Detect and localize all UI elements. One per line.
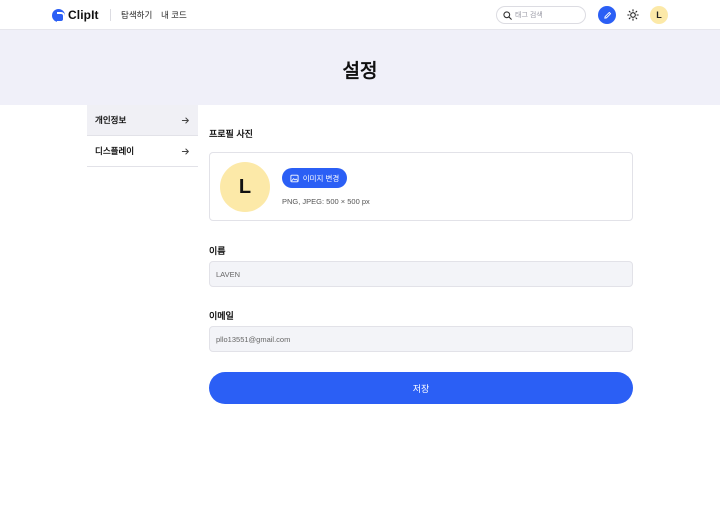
theme-toggle-button[interactable] (626, 8, 640, 22)
nav-my-code-link[interactable]: 내 코드 (161, 9, 187, 21)
tag-search-input[interactable] (515, 9, 581, 22)
logo-text: ClipIt (68, 8, 99, 22)
user-avatar[interactable]: L (650, 6, 668, 24)
search-icon (503, 11, 512, 20)
sidebar-item-label: 디스플레이 (95, 146, 135, 156)
change-image-button[interactable]: 이미지 변경 (282, 168, 347, 188)
sidebar-item-label: 개인정보 (95, 115, 127, 125)
image-size-hint: PNG, JPEG: 500 × 500 px (282, 197, 370, 206)
email-label: 이메일 (209, 311, 234, 321)
settings-sidebar: 개인정보 디스플레이 (87, 105, 198, 167)
write-button[interactable] (598, 6, 616, 24)
sidebar-item-display[interactable]: 디스플레이 (87, 136, 198, 167)
image-icon (290, 174, 299, 182)
logo[interactable]: ClipIt (52, 8, 99, 23)
profile-photo-card: L 이미지 변경 PNG, JPEG: 500 × 500 px (209, 152, 633, 221)
arrow-right-icon (181, 148, 189, 155)
page-title: 설정 (342, 61, 378, 82)
sidebar-item-personal-info[interactable]: 개인정보 (87, 105, 198, 136)
profile-avatar: L (220, 162, 270, 212)
sun-icon (627, 9, 639, 21)
save-button[interactable]: 저장 (209, 372, 633, 404)
logo-icon (52, 8, 65, 23)
arrow-right-icon (181, 117, 189, 124)
nav-explore-link[interactable]: 탐색하기 (121, 9, 152, 21)
nav-divider (110, 9, 111, 21)
pencil-icon (603, 11, 611, 19)
profile-photo-label: 프로필 사진 (209, 129, 253, 139)
name-label: 이름 (209, 246, 226, 256)
top-nav-bar: ClipIt 탐색하기 내 코드 L (0, 0, 720, 30)
change-image-label: 이미지 변경 (302, 173, 340, 183)
email-field[interactable]: pllo13551@gmail.com (209, 326, 633, 352)
tag-search-box[interactable] (496, 6, 586, 24)
name-field[interactable]: LAVEN (209, 261, 633, 287)
